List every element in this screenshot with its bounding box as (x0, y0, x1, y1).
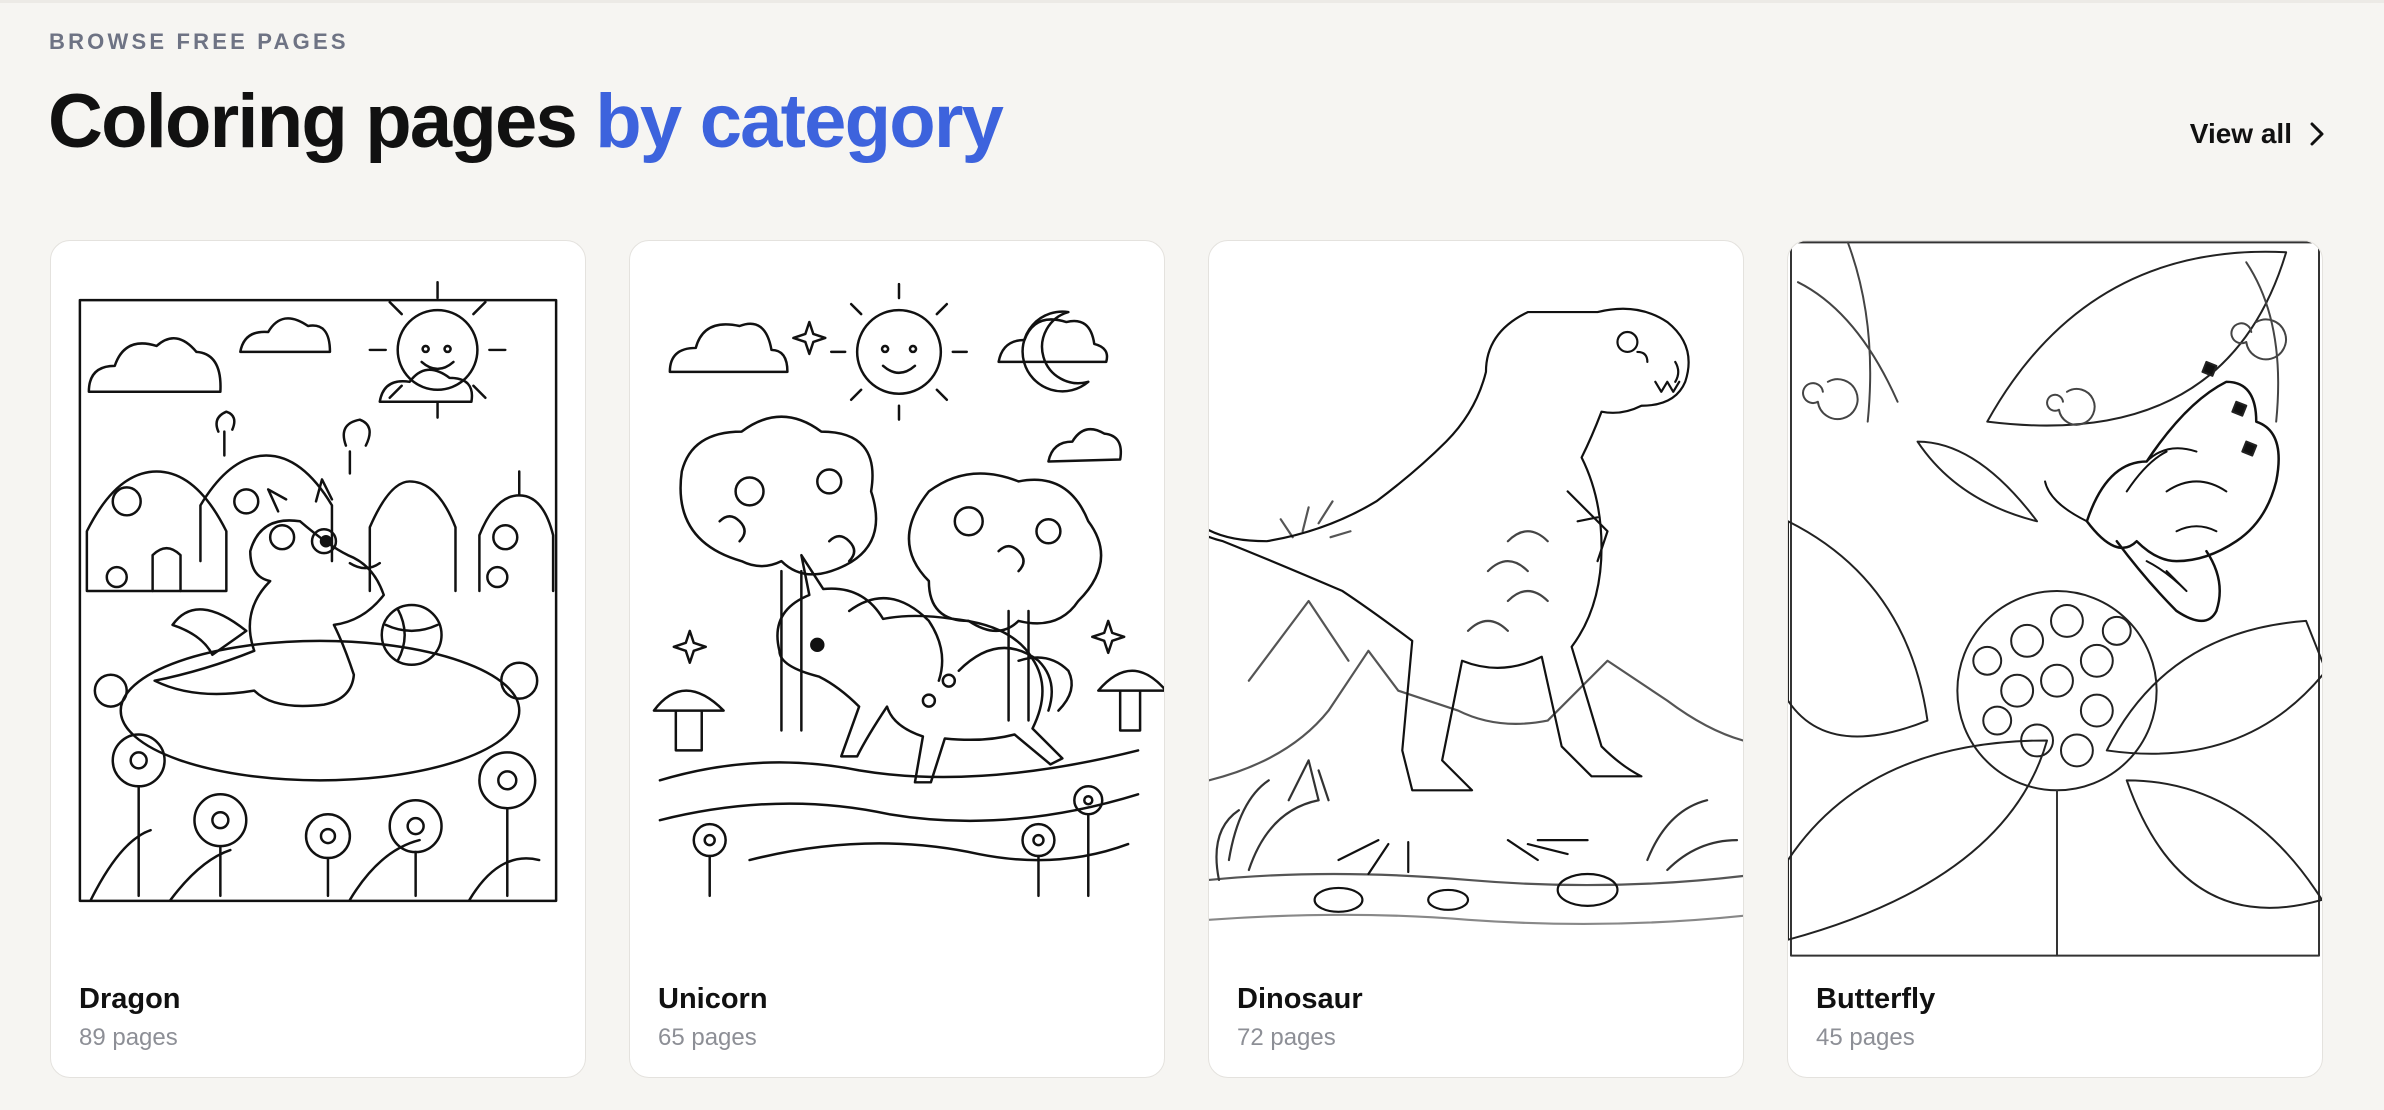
butterfly-illustration (1788, 241, 2322, 957)
chevron-right-icon (2310, 122, 2324, 146)
section-title-main: Coloring pages (48, 79, 596, 164)
section-title: Coloring pages by category (48, 72, 1004, 172)
unicorn-illustration (630, 241, 1164, 957)
dinosaur-illustration (1209, 241, 1743, 957)
category-card-dinosaur[interactable]: Dinosaur 72 pages (1208, 240, 1744, 1078)
category-card-dragon[interactable]: Dragon 89 pages (50, 240, 586, 1078)
section-eyebrow: BROWSE FREE PAGES (49, 29, 349, 54)
category-name: Dragon (79, 983, 181, 1015)
category-name: Dinosaur (1237, 983, 1363, 1015)
category-grid: Dragon 89 pages Unicorn 65 pages Dinosau… (50, 240, 2323, 1078)
view-all-label: View all (2189, 118, 2292, 149)
category-page-count: 65 pages (658, 1024, 757, 1051)
view-all-link[interactable]: View all (2190, 118, 2324, 150)
category-page-count: 45 pages (1816, 1024, 1915, 1051)
category-page-count: 89 pages (79, 1024, 178, 1051)
category-card-butterfly[interactable]: Butterfly 45 pages (1787, 240, 2323, 1078)
section-title-accent: by category (595, 79, 1004, 164)
category-page-count: 72 pages (1237, 1024, 1336, 1051)
category-card-unicorn[interactable]: Unicorn 65 pages (629, 240, 1165, 1078)
dragon-illustration (51, 241, 585, 957)
top-divider (0, 0, 2384, 3)
category-name: Butterfly (1816, 983, 1936, 1015)
category-name: Unicorn (658, 983, 768, 1015)
